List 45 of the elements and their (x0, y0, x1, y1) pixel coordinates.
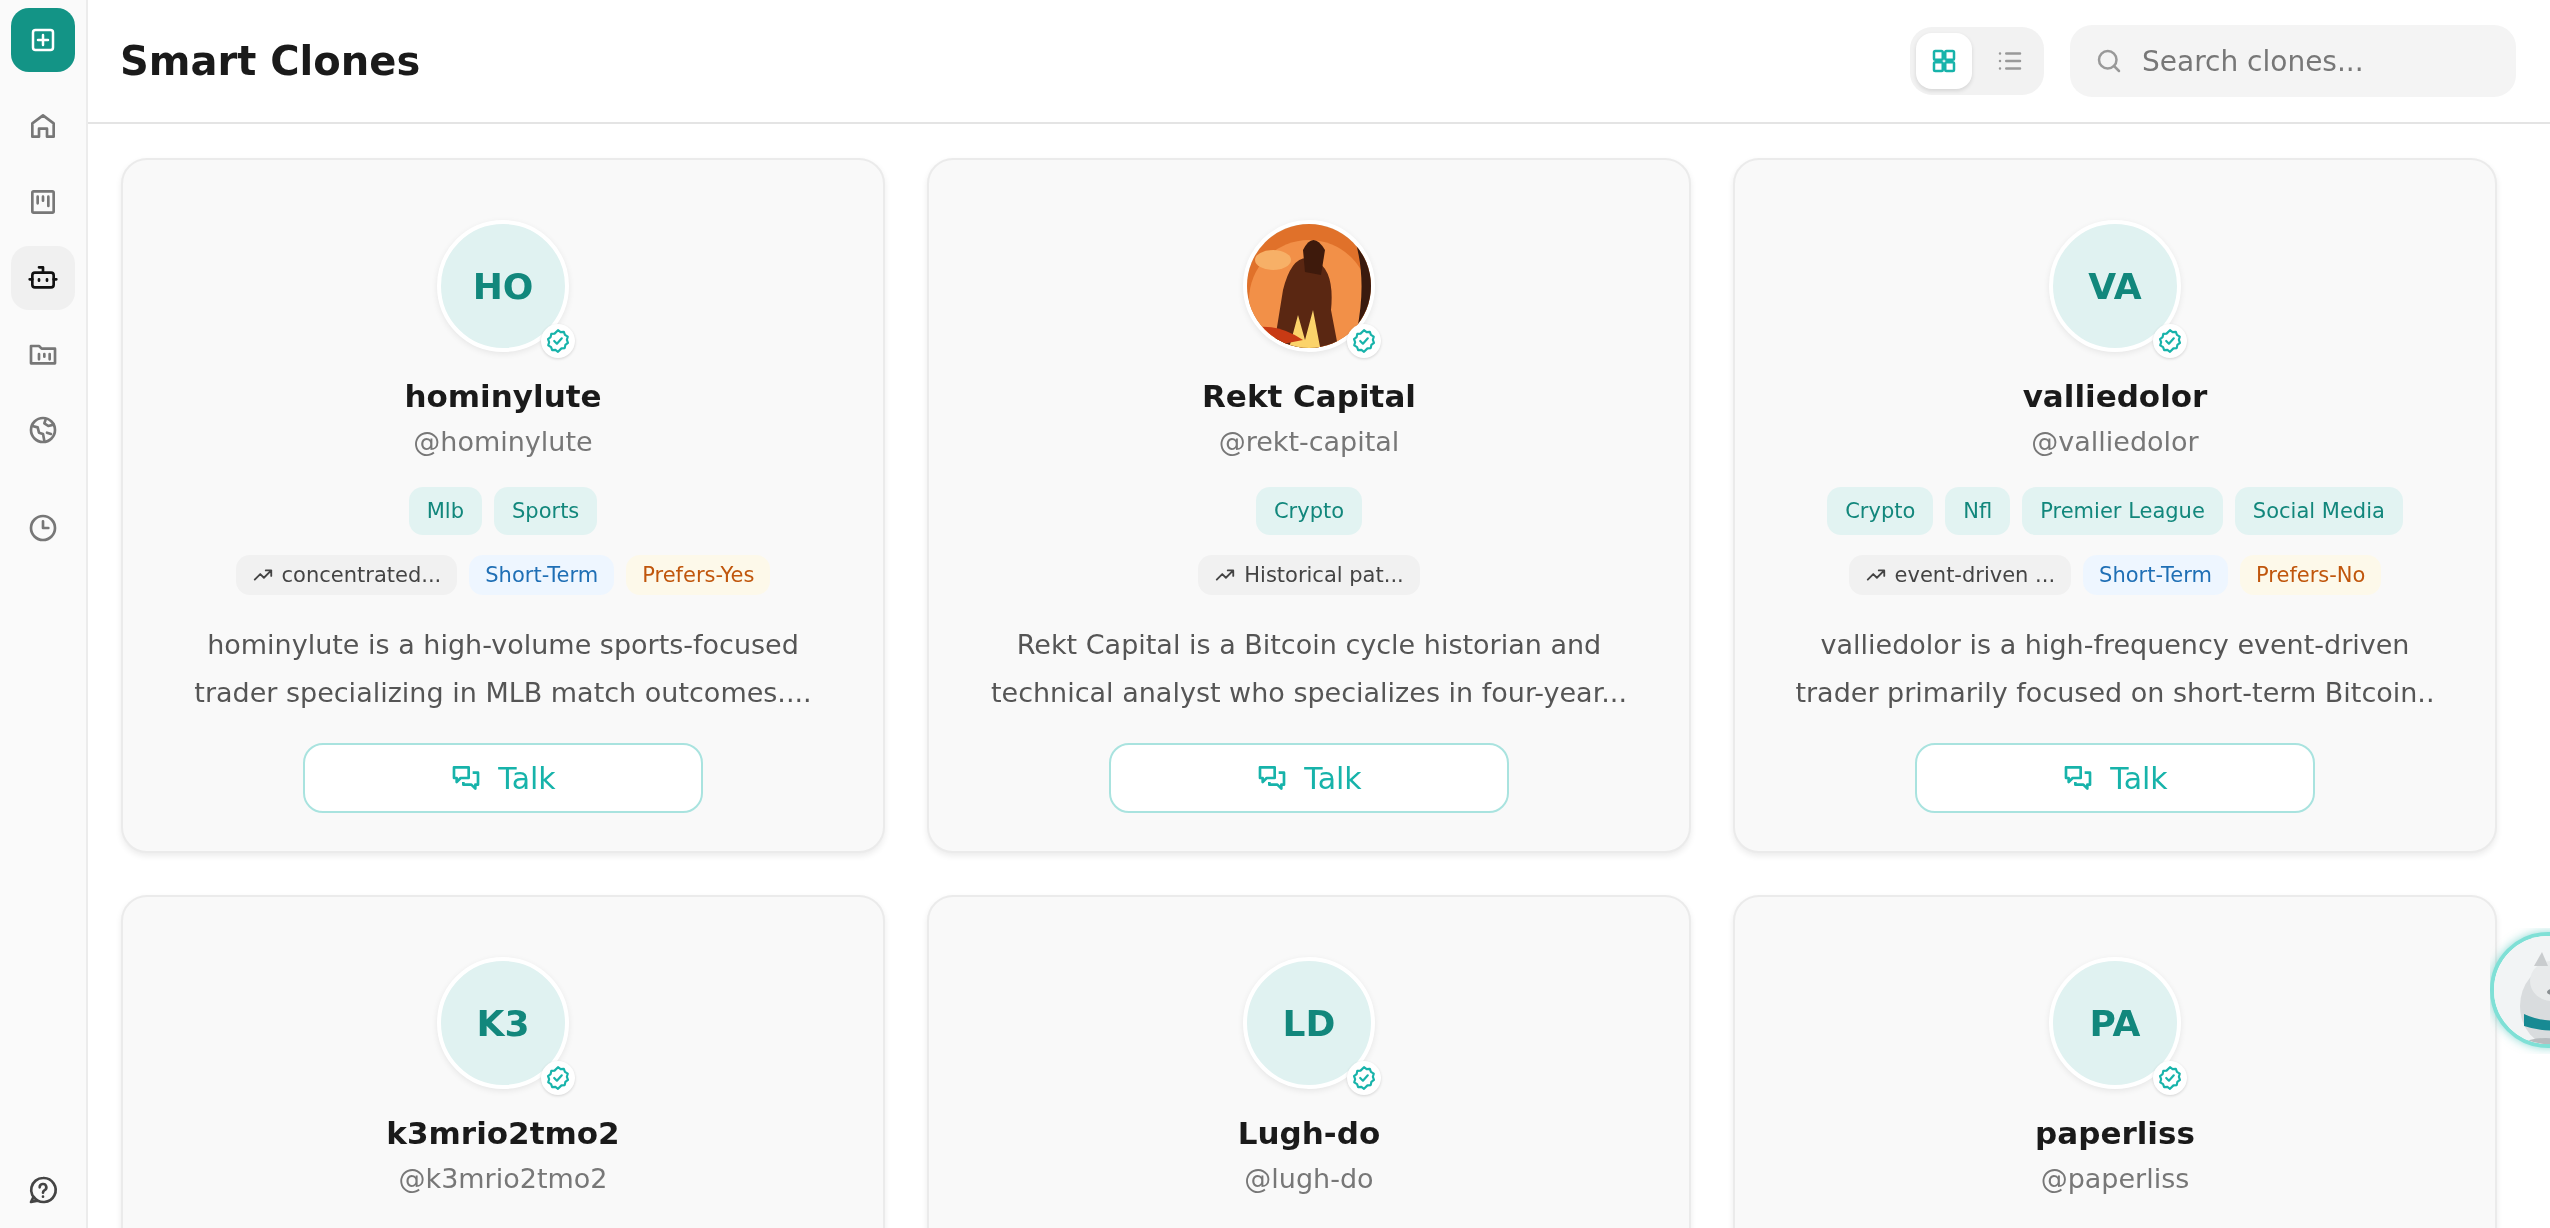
horizon-tag: Short-Term (469, 555, 615, 595)
talk-button[interactable]: Talk (1109, 743, 1509, 813)
page-title: Smart Clones (120, 38, 422, 84)
avatar: K3 (437, 957, 569, 1089)
search-field[interactable]: Search clones... (2070, 25, 2516, 97)
clone-handle: @k3mrio2tmo2 (398, 1163, 608, 1194)
category-tag: Sports (494, 487, 598, 535)
category-tag: Social Media (2234, 487, 2403, 535)
clone-handle: @hominylute (413, 426, 593, 457)
clone-description: Rekt Capital is a Bitcoin cycle historian and technical analyst who specializes in four-year... (989, 628, 1629, 710)
horizon-tag: Short-Term (2083, 555, 2228, 595)
clone-name: Rekt Capital (1202, 378, 1416, 414)
clone-name: hominylute (404, 378, 602, 414)
category-tag: Crypto (1255, 487, 1363, 535)
clone-handle: @rekt-capital (1218, 426, 1400, 457)
clock-icon (27, 512, 59, 544)
new-button[interactable] (11, 8, 75, 72)
clone-handle: @lugh-do (1244, 1163, 1374, 1194)
talk-button[interactable]: Talk (303, 743, 703, 813)
avatar: PA (2049, 957, 2181, 1089)
category-tag: Premier League (2022, 487, 2223, 535)
grid-view-button[interactable] (1916, 33, 1972, 89)
avatar: HO (437, 220, 569, 352)
clone-name: Lugh-do (1237, 1115, 1381, 1151)
strategy-label: event-driven ... (1894, 563, 2056, 587)
category-tag: Mlb (408, 487, 482, 535)
strategy-label: concentrated... (281, 563, 442, 587)
clone-description: hominylute is a high-volume sports-focused trader specializing in MLB match outcomes.... (193, 628, 813, 710)
globe-icon (27, 414, 59, 446)
avatar: LD (1243, 957, 1375, 1089)
category-tag: Crypto (1827, 487, 1934, 535)
clone-name: k3mrio2tmo2 (386, 1115, 620, 1151)
preference-tag: Prefers-Yes (626, 555, 771, 595)
clone-handle: @paperliss (2040, 1163, 2190, 1194)
sidebar-item[interactable] (11, 246, 75, 310)
preference-tag: Prefers-No (2240, 555, 2382, 595)
category-tag: Nfl (1945, 487, 2011, 535)
help-icon (27, 1174, 59, 1206)
clone-description: valliedolor is a high-frequency event-driven trader primarily focused on short-term Bitcoin.. (1794, 628, 2436, 710)
clone-handle: @valliedolor (2031, 426, 2199, 457)
strategy-label: Historical pat... (1244, 563, 1404, 587)
clone-name: valliedolor (2022, 378, 2208, 414)
talk-button[interactable]: Talk (1915, 743, 2315, 813)
avatar: VA (2049, 220, 2181, 352)
clone-name: paperliss (2035, 1115, 2195, 1151)
